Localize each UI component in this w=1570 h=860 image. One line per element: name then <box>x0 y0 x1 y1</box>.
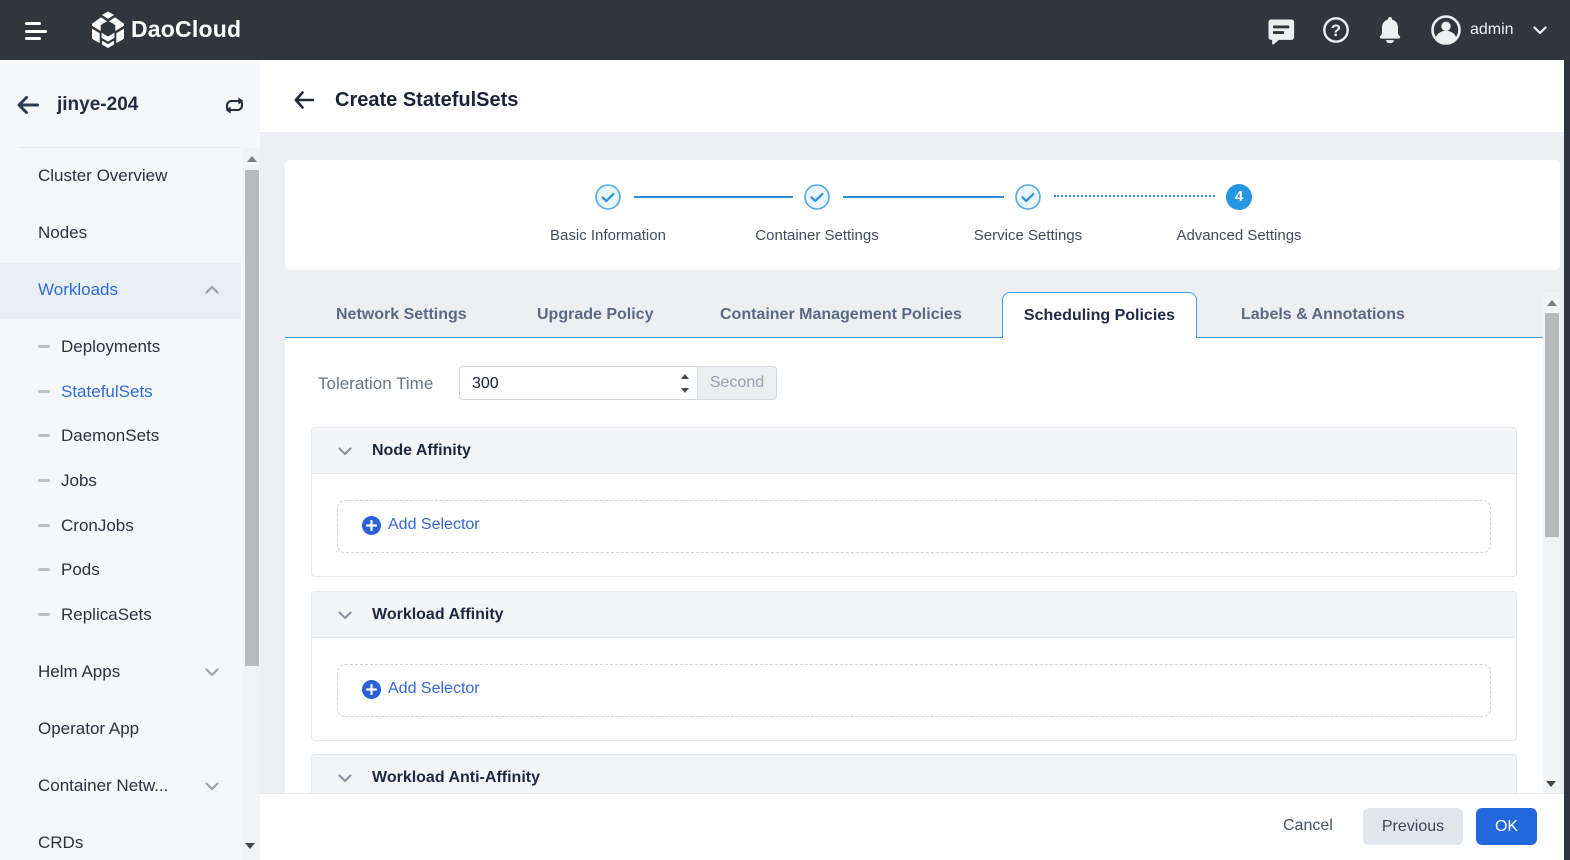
svg-text:?: ? <box>1331 21 1341 40</box>
